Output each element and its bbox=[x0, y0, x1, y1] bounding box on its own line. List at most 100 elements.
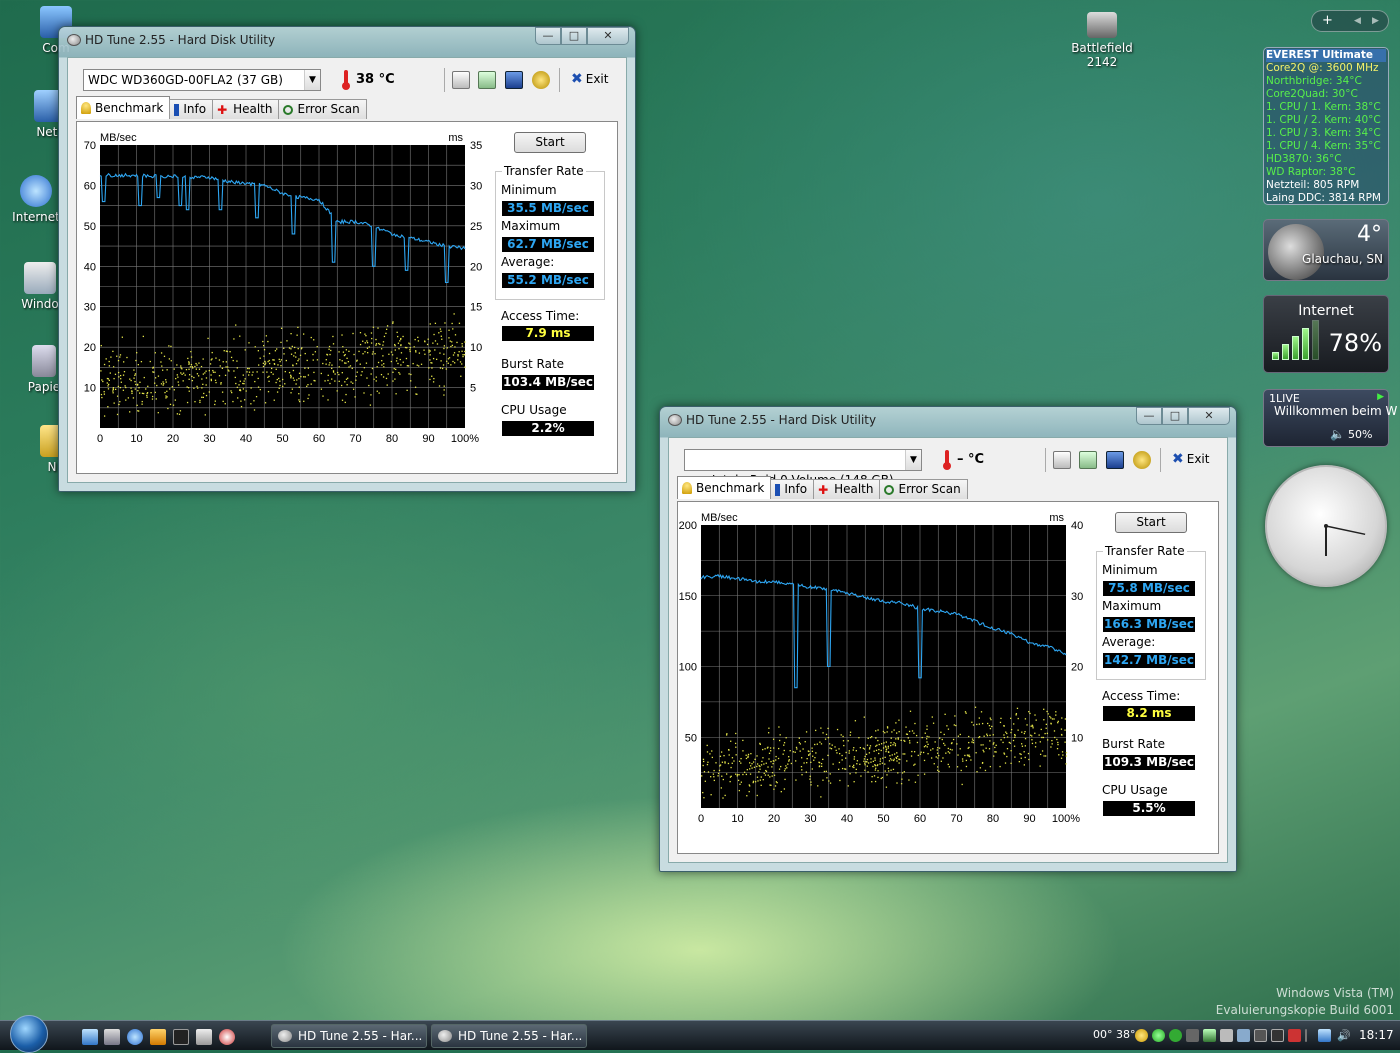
radio-gadget[interactable]: 1LIVE ▶ Willkommen beim W 🔈 50% bbox=[1263, 389, 1397, 447]
drive-select[interactable]: Intel Raid 0 Volume (148 GB) ▼ bbox=[684, 449, 922, 487]
y2-tick-label: 30 bbox=[1071, 591, 1083, 603]
access-time-point bbox=[279, 380, 281, 382]
add-gadget-icon[interactable]: + bbox=[1322, 11, 1333, 31]
play-icon[interactable]: ▶ bbox=[1377, 392, 1384, 402]
access-time-point bbox=[965, 712, 967, 714]
internet-explorer-icon[interactable] bbox=[127, 1029, 143, 1045]
access-time-point bbox=[878, 743, 880, 746]
close-button[interactable]: ✕ bbox=[587, 27, 629, 45]
exit-button[interactable]: ✖ Exit bbox=[1172, 451, 1209, 467]
x-tick-label: 90 bbox=[422, 433, 434, 445]
minimize-button[interactable]: — bbox=[1136, 407, 1162, 425]
tab-health[interactable]: ✚ Health bbox=[212, 99, 280, 119]
access-time-point bbox=[905, 733, 908, 735]
users-tray-icon[interactable] bbox=[1203, 1029, 1216, 1042]
access-time-point bbox=[759, 768, 761, 770]
messenger-tray-icon[interactable] bbox=[1152, 1029, 1165, 1042]
tab-benchmark[interactable]: Benchmark bbox=[677, 476, 772, 499]
monitor-tray-icon[interactable] bbox=[1237, 1029, 1250, 1042]
access-time-point bbox=[893, 753, 896, 755]
weather-gadget[interactable]: 4° Glauchau, SN bbox=[1263, 219, 1389, 281]
copy-image-icon[interactable] bbox=[478, 71, 496, 89]
access-time-point bbox=[280, 365, 282, 367]
taskbar-task-hdtune-1[interactable]: HD Tune 2.55 - Har... bbox=[271, 1024, 427, 1048]
start-orb-icon[interactable] bbox=[10, 1015, 48, 1053]
chart-tray-icon[interactable] bbox=[1271, 1029, 1284, 1042]
save-icon[interactable] bbox=[1106, 451, 1124, 469]
access-time-point bbox=[898, 762, 900, 764]
access-time-point bbox=[214, 371, 216, 373]
access-time-point bbox=[329, 362, 331, 364]
copy-image-icon[interactable] bbox=[1079, 451, 1097, 469]
tab-error-scan[interactable]: Error Scan bbox=[879, 479, 968, 499]
access-time-point bbox=[377, 361, 380, 364]
access-time-point bbox=[345, 349, 348, 351]
tab-info[interactable]: Info bbox=[169, 99, 214, 119]
recorder-icon[interactable] bbox=[219, 1029, 235, 1045]
access-time-point bbox=[723, 754, 725, 757]
access-time-point bbox=[368, 346, 370, 348]
clock-time[interactable]: 18:17 bbox=[1359, 1028, 1394, 1042]
tab-info[interactable]: Info bbox=[770, 479, 815, 499]
y-tick-label: 40 bbox=[84, 261, 96, 273]
access-time-point bbox=[972, 741, 975, 744]
close-button[interactable]: ✕ bbox=[1188, 407, 1230, 425]
device-tray-icon[interactable] bbox=[1254, 1029, 1267, 1042]
options-icon[interactable] bbox=[1133, 451, 1151, 469]
access-time-point bbox=[948, 766, 951, 768]
access-time-point bbox=[770, 750, 772, 752]
tab-error-scan[interactable]: Error Scan bbox=[278, 99, 367, 119]
access-time-point bbox=[212, 371, 215, 373]
clock-gadget[interactable] bbox=[1265, 465, 1387, 587]
access-time-point bbox=[186, 401, 189, 404]
settings-tray-icon[interactable] bbox=[1220, 1029, 1233, 1042]
network-tray-icon[interactable] bbox=[1169, 1029, 1182, 1042]
access-time-point bbox=[703, 797, 705, 799]
copy-text-icon[interactable] bbox=[1053, 451, 1071, 469]
sidebar-controls[interactable]: + ◀ ▶ bbox=[1311, 10, 1389, 32]
access-time-point bbox=[1057, 741, 1059, 744]
access-time-point bbox=[180, 372, 182, 374]
start-button[interactable]: Start bbox=[1115, 512, 1187, 533]
info-tray-icon[interactable] bbox=[1135, 1029, 1148, 1042]
app-shortcut-icon[interactable] bbox=[196, 1029, 212, 1045]
access-time-point bbox=[342, 351, 345, 353]
switch-windows-icon[interactable] bbox=[104, 1029, 120, 1045]
media-player-icon[interactable] bbox=[150, 1029, 166, 1045]
show-desktop-icon[interactable] bbox=[82, 1029, 98, 1045]
access-time-point bbox=[215, 357, 217, 359]
audio-tray-icon[interactable] bbox=[1288, 1029, 1301, 1042]
access-time-point bbox=[908, 779, 910, 781]
drive-select[interactable]: WDC WD360GD-00FLA2 (37 GB) ▼ bbox=[83, 69, 321, 91]
access-time-point bbox=[916, 741, 919, 744]
taskbar-task-hdtune-2[interactable]: HD Tune 2.55 - Har... bbox=[431, 1024, 587, 1048]
ea-tray-icon[interactable] bbox=[1186, 1029, 1199, 1042]
previous-icon[interactable]: ◀ bbox=[1354, 11, 1361, 31]
options-icon[interactable] bbox=[532, 71, 550, 89]
maximize-button[interactable]: □ bbox=[1162, 407, 1188, 425]
speaker-icon[interactable]: 🔈 bbox=[1330, 427, 1345, 441]
access-time-point bbox=[272, 359, 274, 361]
network-meter-gadget[interactable]: Internet 78% bbox=[1263, 295, 1389, 373]
x-tick-label: 60 bbox=[313, 433, 325, 445]
network-status-icon[interactable] bbox=[1318, 1029, 1331, 1042]
start-button[interactable]: Start bbox=[514, 132, 586, 153]
access-time-point bbox=[457, 354, 459, 356]
access-time-point bbox=[940, 731, 942, 733]
access-time-point bbox=[388, 353, 390, 355]
exit-button[interactable]: ✖ Exit bbox=[571, 71, 608, 87]
desktop-icon-battlefield[interactable]: Battlefield 2142 bbox=[1058, 12, 1146, 69]
minimize-button[interactable]: — bbox=[535, 27, 561, 45]
volume-icon[interactable]: 🔊 bbox=[1337, 1029, 1351, 1042]
next-icon[interactable]: ▶ bbox=[1372, 11, 1379, 31]
tab-health[interactable]: ✚ Health bbox=[813, 479, 881, 499]
copy-text-icon[interactable] bbox=[452, 71, 470, 89]
terminal-icon[interactable] bbox=[173, 1029, 189, 1045]
everest-gadget[interactable]: EVEREST Ultimate Core2Q @: 3600 MHz North… bbox=[1263, 47, 1389, 205]
access-time-point bbox=[805, 771, 807, 773]
maximize-button[interactable]: □ bbox=[561, 27, 587, 45]
access-time-point bbox=[1064, 729, 1066, 731]
access-time-point bbox=[834, 746, 836, 748]
tab-benchmark[interactable]: Benchmark bbox=[76, 96, 171, 119]
save-icon[interactable] bbox=[505, 71, 523, 89]
